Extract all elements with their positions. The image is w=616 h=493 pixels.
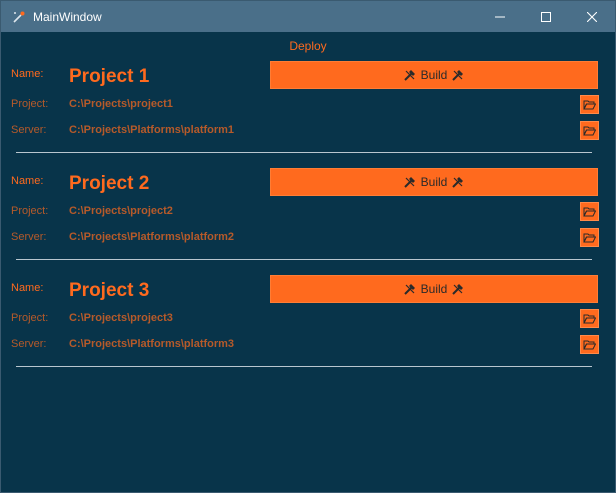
- server-path-label: Server:: [11, 231, 47, 243]
- app-icon: [11, 9, 27, 25]
- minimize-icon: [495, 16, 505, 17]
- maximize-button[interactable]: [523, 1, 569, 32]
- browse-project-button[interactable]: [580, 202, 599, 221]
- project-path-label: Project:: [11, 312, 49, 324]
- project-block-1: Name: Project 1 Build Project: C:\Projec…: [1, 60, 615, 167]
- title-bar[interactable]: MainWindow: [1, 1, 615, 32]
- minimize-button[interactable]: [477, 1, 523, 32]
- folder-open-icon: [583, 100, 596, 110]
- tools-icon: [451, 282, 465, 296]
- folder-open-icon: [583, 126, 596, 136]
- name-label: Name:: [11, 175, 44, 187]
- project-path-value: C:\Projects\project2: [69, 205, 173, 217]
- server-path-value: C:\Projects\Platforms\platform2: [69, 231, 235, 243]
- project-block-3: Name: Project 3 Build Project: C:\Projec…: [1, 274, 615, 381]
- browse-server-button[interactable]: [580, 335, 599, 354]
- divider: [16, 152, 592, 153]
- divider: [16, 259, 592, 260]
- tools-icon: [451, 175, 465, 189]
- folder-open-icon: [583, 314, 596, 324]
- project-name: Project 2: [69, 173, 150, 194]
- server-path-value: C:\Projects\Platforms\platform3: [69, 338, 235, 350]
- close-button[interactable]: [569, 1, 615, 32]
- maximize-icon: [541, 11, 551, 22]
- divider: [16, 366, 592, 367]
- project-path-value: C:\Projects\project3: [69, 312, 173, 324]
- project-name: Project 3: [69, 280, 150, 301]
- project-path-value: C:\Projects\project1: [69, 98, 173, 110]
- tools-icon: [451, 68, 465, 82]
- build-label: Build: [420, 282, 448, 296]
- folder-open-icon: [583, 340, 596, 350]
- deploy-header: Deploy: [289, 39, 327, 53]
- build-label: Build: [420, 68, 448, 82]
- project-block-2: Name: Project 2 Build Project: C:\Projec…: [1, 167, 615, 274]
- content-area: Deploy Name: Project 1 Build Project: C:…: [1, 32, 615, 492]
- project-path-label: Project:: [11, 205, 49, 217]
- build-button[interactable]: Build: [270, 61, 598, 89]
- build-label: Build: [420, 175, 448, 189]
- server-path-value: C:\Projects\Platforms\platform1: [69, 124, 235, 136]
- server-path-label: Server:: [11, 338, 47, 350]
- project-name: Project 1: [69, 66, 150, 87]
- browse-server-button[interactable]: [580, 228, 599, 247]
- server-path-label: Server:: [11, 124, 47, 136]
- browse-project-button[interactable]: [580, 309, 599, 328]
- window-title: MainWindow: [33, 9, 102, 24]
- browse-server-button[interactable]: [580, 121, 599, 140]
- folder-open-icon: [583, 207, 596, 217]
- build-button[interactable]: Build: [270, 168, 598, 196]
- tools-icon: [403, 175, 417, 189]
- name-label: Name:: [11, 68, 44, 80]
- project-path-label: Project:: [11, 98, 49, 110]
- folder-open-icon: [583, 233, 596, 243]
- build-button[interactable]: Build: [270, 275, 598, 303]
- close-icon: [587, 11, 597, 22]
- browse-project-button[interactable]: [580, 95, 599, 114]
- tools-icon: [403, 282, 417, 296]
- main-window: MainWindow Deploy Name: Project 1 Build: [0, 0, 616, 493]
- tools-icon: [403, 68, 417, 82]
- name-label: Name:: [11, 282, 44, 294]
